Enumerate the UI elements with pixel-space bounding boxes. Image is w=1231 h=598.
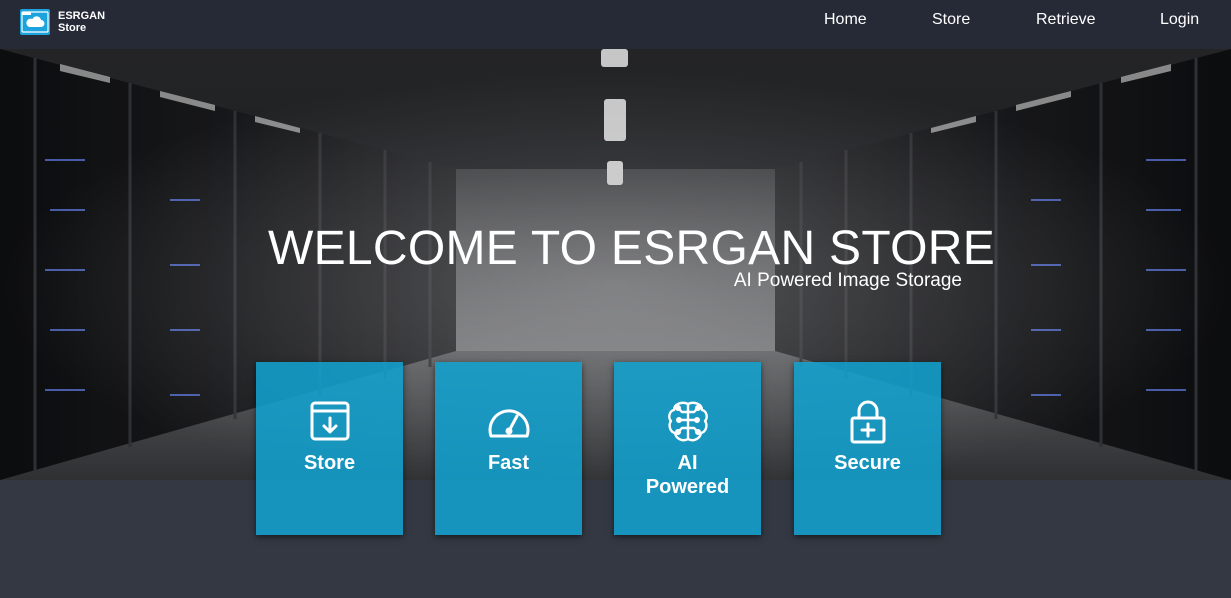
brand-sub: Store bbox=[58, 22, 87, 34]
feature-card-store[interactable]: Store bbox=[256, 362, 403, 535]
cloud-storage-icon bbox=[20, 9, 50, 35]
brand-name: ESRGAN bbox=[58, 10, 106, 22]
feature-label-store: Store bbox=[303, 452, 356, 474]
feature-label-secure: Secure bbox=[834, 452, 901, 474]
feature-label-ai-powered: AI Powered bbox=[645, 452, 730, 498]
nav-login-link[interactable]: Login bbox=[1160, 11, 1199, 29]
brain-circuit-icon bbox=[667, 401, 708, 442]
lock-plus-icon bbox=[850, 400, 885, 444]
top-navbar: ESRGAN Store Home Store Retrieve Login bbox=[0, 0, 1231, 49]
nav-retrieve-link[interactable]: Retrieve bbox=[1036, 11, 1096, 29]
speedometer-icon bbox=[488, 409, 529, 438]
hero-subtitle: AI Powered Image Storage bbox=[733, 270, 962, 291]
nav-home-link[interactable]: Home bbox=[824, 11, 867, 29]
archive-download-icon bbox=[310, 401, 349, 441]
feature-card-ai-powered[interactable]: AI Powered bbox=[614, 362, 761, 535]
brand-text: ESRGAN Store bbox=[58, 10, 105, 34]
nav-store-link[interactable]: Store bbox=[932, 11, 970, 29]
brand[interactable]: ESRGAN Store bbox=[20, 9, 105, 35]
feature-card-fast[interactable]: Fast bbox=[435, 362, 582, 535]
feature-label-fast: Fast bbox=[487, 452, 530, 474]
hero-title: WELCOME TO ESRGAN STORE bbox=[268, 222, 996, 275]
feature-card-secure[interactable]: Secure bbox=[794, 362, 941, 535]
